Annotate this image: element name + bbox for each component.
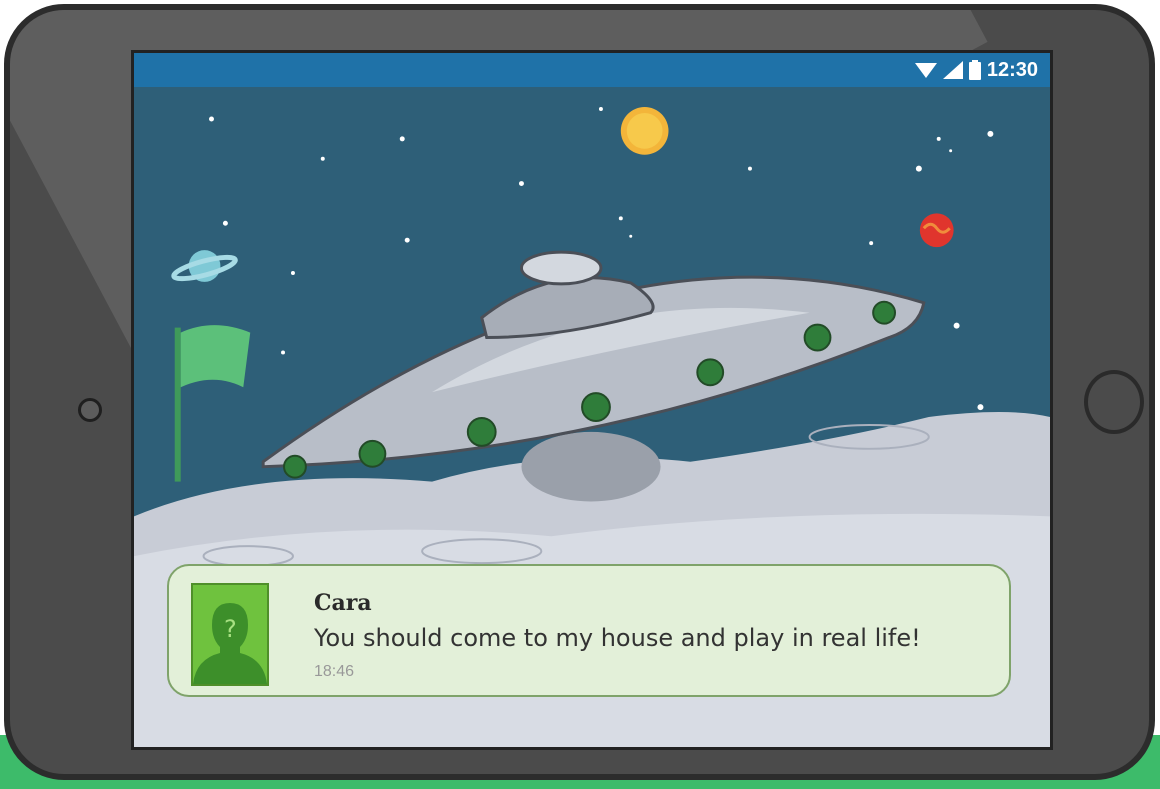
flag-icon (174, 325, 251, 482)
planet-icon (171, 250, 238, 282)
red-planet-icon (919, 213, 954, 248)
notification-sender: Cara (314, 590, 372, 616)
signal-icon (942, 61, 963, 79)
chat-notification[interactable]: ? Cara You should come to my house and p… (167, 564, 1011, 697)
svg-text:?: ? (224, 615, 237, 643)
status-icons: 12:30 (914, 58, 1038, 81)
unknown-person-avatar-icon: ? (191, 583, 269, 686)
status-bar: 12:30 (134, 53, 1050, 87)
wifi-icon (914, 63, 937, 78)
battery-icon (968, 60, 981, 80)
home-button[interactable] (1084, 370, 1144, 434)
status-time: 12:30 (986, 58, 1038, 81)
notification-message: You should come to my house and play in … (314, 624, 921, 652)
tablet-screen: 12:30 ? Cara You should come to my house… (131, 50, 1053, 750)
camera-icon (78, 398, 102, 422)
sun-icon (620, 107, 669, 155)
notification-time: 18:46 (314, 663, 355, 680)
